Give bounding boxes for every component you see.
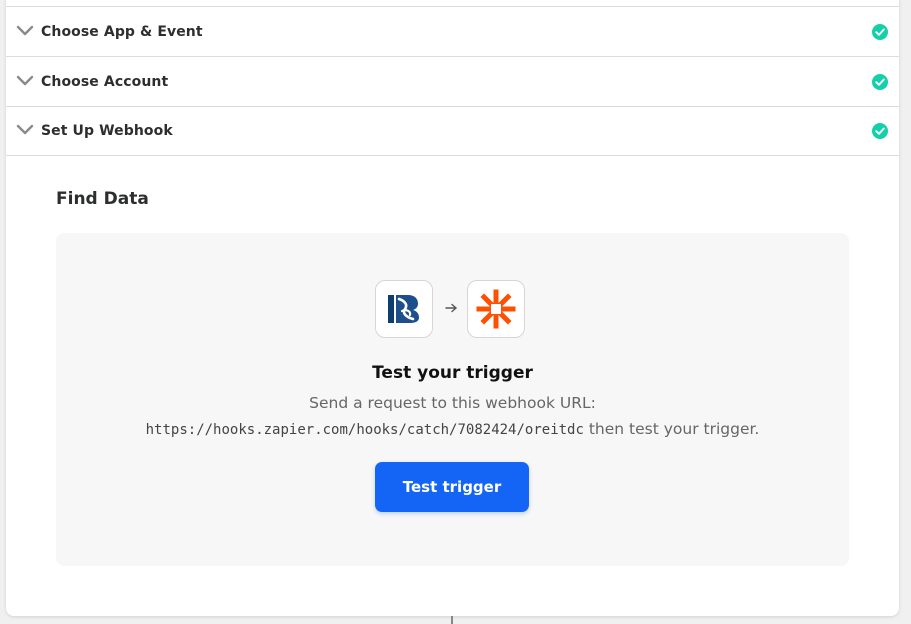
chevron-down-icon	[16, 75, 34, 85]
test-trigger-button[interactable]: Test trigger	[375, 462, 529, 512]
check-circle-icon	[872, 23, 888, 40]
arrow-right-icon	[445, 303, 457, 313]
section-choose-account[interactable]: Choose Account	[6, 56, 899, 106]
section-title: Choose App & Event	[41, 23, 203, 40]
check-circle-icon	[872, 123, 888, 139]
chevron-down-icon	[16, 124, 34, 135]
webhook-url-line: https://hooks.zapier.com/hooks/catch/708…	[56, 420, 849, 438]
app-logo-icon	[388, 295, 419, 323]
section-title: Choose Account	[41, 73, 169, 90]
test-trigger-description: Send a request to this webhook URL:	[309, 394, 596, 412]
test-trigger-heading: Test your trigger	[372, 363, 533, 383]
section-title: Set Up Webhook	[41, 123, 173, 139]
section-set-up-webhook[interactable]: Set Up Webhook	[6, 106, 899, 156]
chevron-down-icon	[16, 25, 34, 35]
target-app-icon-tile	[467, 280, 525, 338]
webhook-url[interactable]: https://hooks.zapier.com/hooks/catch/708…	[146, 422, 584, 438]
source-app-icon-tile	[375, 280, 433, 338]
flow-connector-line	[451, 616, 453, 624]
zap-step-card: Choose App & Event Choose Account Set Up…	[6, 0, 899, 616]
section-choose-app-event[interactable]: Choose App & Event	[6, 6, 899, 56]
test-trigger-panel: Test your trigger Send a request to this…	[56, 233, 849, 566]
zapier-logo-icon	[476, 289, 516, 329]
webhook-url-suffix: then test your trigger.	[583, 420, 760, 438]
check-circle-icon	[872, 73, 888, 90]
find-data-title: Find Data	[56, 189, 149, 209]
